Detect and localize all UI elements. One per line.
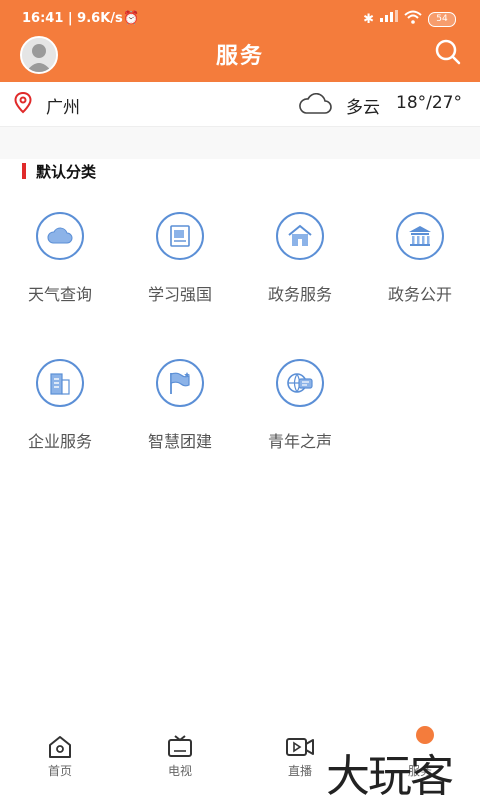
search-icon (435, 39, 461, 65)
search-button[interactable] (434, 38, 462, 66)
tab-live[interactable]: 直播 (270, 734, 330, 779)
service-youth-voice[interactable]: 青年之声 (240, 359, 360, 452)
wifi-icon (404, 10, 422, 28)
cloud-icon (36, 212, 84, 260)
page-title: 服务 (215, 44, 264, 69)
home-icon (49, 736, 71, 758)
globe-chat-icon (276, 359, 324, 407)
live-video-icon (286, 738, 314, 756)
status-right: ✱ 54 (363, 9, 456, 28)
service-label: 智慧团建 (147, 432, 212, 451)
house-icon (276, 212, 324, 260)
service-study[interactable]: 学习强国 (120, 212, 240, 305)
top-header: 16:41 | 9.6K/s ⏰ ✱ 54 服务 (0, 0, 480, 82)
watermark-logo: 大玩客 (326, 751, 454, 802)
flag-icon (156, 359, 204, 407)
enterprise-icon (36, 359, 84, 407)
weather-condition: 多云 (346, 98, 380, 118)
tab-label: 电视 (167, 764, 192, 778)
service-label: 政务服务 (267, 285, 332, 304)
signal-icon (380, 9, 398, 25)
service-label: 青年之声 (267, 432, 332, 451)
battery-indicator: 54 (428, 11, 456, 27)
tab-tv[interactable]: 电视 (150, 734, 210, 779)
location-weather-bar: 广州 多云 18°/27° (0, 82, 480, 127)
service-label: 企业服务 (27, 432, 92, 451)
service-label: 学习强国 (147, 285, 212, 304)
service-weather[interactable]: 天气查询 (0, 212, 120, 305)
status-time: 16:41 | 9.6K/s (22, 11, 123, 26)
temperature-range: 18°/27° (396, 93, 462, 113)
section-marker (22, 163, 26, 179)
city-label[interactable]: 广州 (46, 93, 80, 118)
bluetooth-icon: ✱ (363, 11, 374, 27)
service-label: 天气查询 (27, 285, 92, 304)
section-title: 默认分类 (36, 163, 97, 181)
tab-home[interactable]: 首页 (30, 734, 90, 779)
location-pin-icon[interactable] (14, 91, 32, 114)
status-bar: 16:41 | 9.6K/s ⏰ ✱ 54 (0, 0, 480, 36)
cloud-icon (298, 93, 332, 115)
service-label: 政务公开 (387, 285, 452, 304)
service-enterprise[interactable]: 企业服务 (0, 359, 120, 452)
government-building-icon (396, 212, 444, 260)
tab-label: 首页 (47, 764, 72, 778)
service-government-affairs[interactable]: 政务服务 (240, 212, 360, 305)
study-icon (156, 212, 204, 260)
tab-label: 直播 (287, 764, 312, 778)
section-divider (0, 127, 480, 159)
tv-icon (168, 735, 192, 757)
alarm-icon: ⏰ (123, 11, 140, 26)
service-government-disclosure[interactable]: 政务公开 (360, 212, 480, 305)
service-smart-league[interactable]: 智慧团建 (120, 359, 240, 452)
